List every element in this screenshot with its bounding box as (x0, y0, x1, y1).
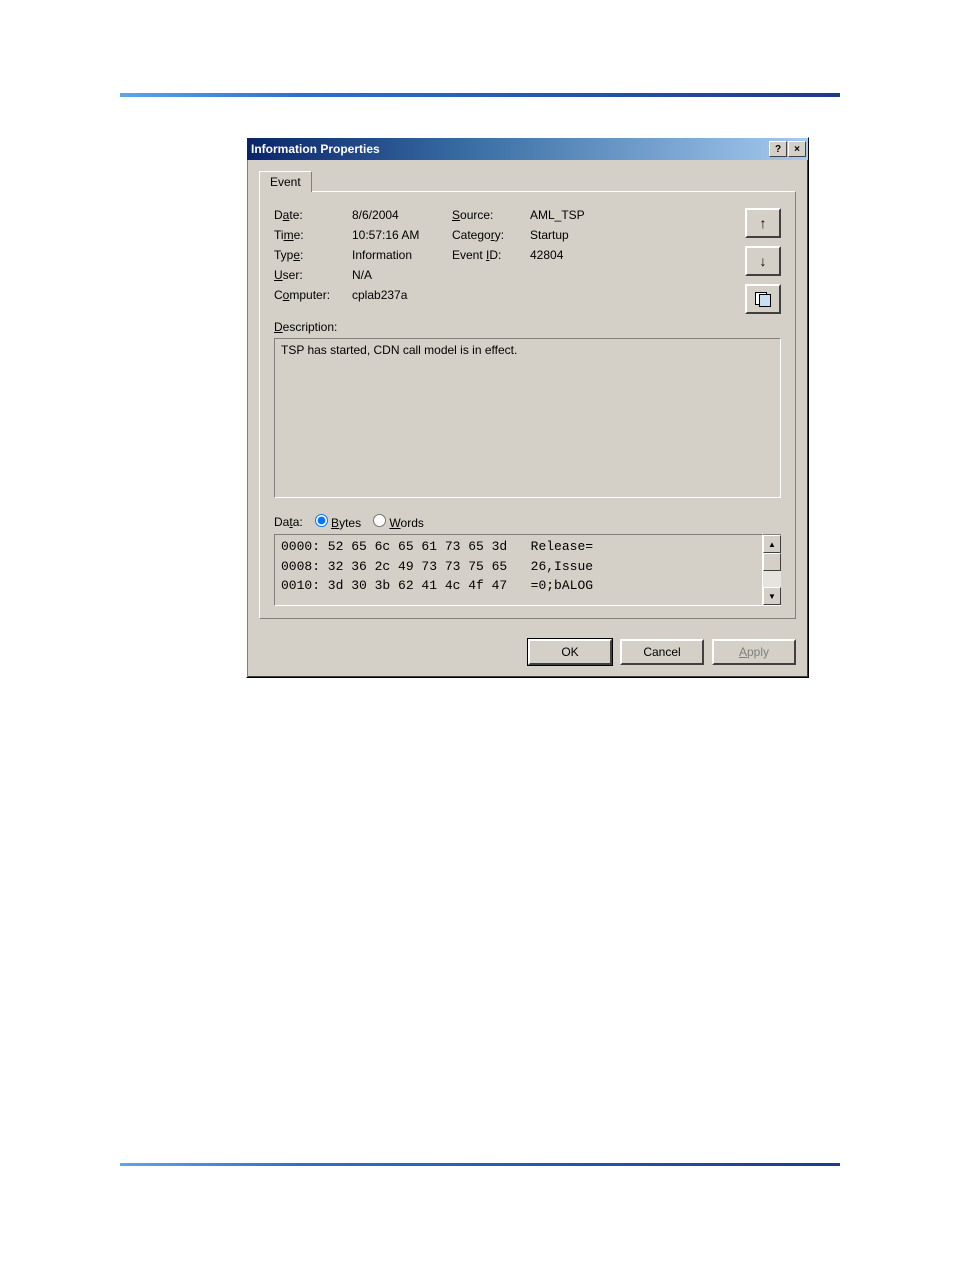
ok-button[interactable]: OK (528, 639, 612, 665)
hex-dump[interactable]: 0000: 52 65 6c 65 61 73 65 3d Release= 0… (274, 534, 763, 606)
help-button[interactable]: ? (769, 141, 787, 157)
prev-record-button[interactable]: ↑ (745, 208, 781, 238)
help-icon: ? (775, 144, 781, 155)
type-value: Information (352, 248, 452, 262)
time-label: Time: (274, 228, 352, 242)
event-fields: Date: 8/6/2004 Source: AML_TSP Time: 10:… (274, 208, 781, 302)
hex-scrollbar[interactable]: ▲ ▼ (763, 534, 781, 606)
computer-value: cplab237a (352, 288, 452, 302)
words-radio[interactable] (373, 514, 386, 527)
scroll-thumb[interactable] (763, 553, 781, 571)
user-value: N/A (352, 268, 452, 282)
arrow-down-icon: ↓ (760, 253, 767, 269)
tab-event[interactable]: Event (259, 171, 312, 192)
tab-strip: Event (259, 170, 796, 191)
hex-line-3: 0010: 3d 30 3b 62 41 4c 4f 47 =0;bALOG (281, 578, 593, 593)
words-radio-label[interactable]: Words (369, 514, 424, 530)
computer-label: Computer: (274, 288, 352, 302)
time-value: 10:57:16 AM (352, 228, 452, 242)
cancel-button[interactable]: Cancel (620, 639, 704, 665)
user-label: User: (274, 268, 352, 282)
bytes-radio-label[interactable]: Bytes (311, 514, 361, 530)
apply-button: Apply (712, 639, 796, 665)
copy-button[interactable] (745, 284, 781, 314)
next-record-button[interactable]: ↓ (745, 246, 781, 276)
bytes-radio[interactable] (315, 514, 328, 527)
dialog-body: Event ↑ ↓ Date: 8/6/2004 Source: AML_TSP (247, 160, 808, 629)
scroll-down-button[interactable]: ▼ (763, 587, 781, 605)
source-label: Source: (452, 208, 530, 222)
page-top-divider (120, 93, 840, 97)
type-label: Type: (274, 248, 352, 262)
data-label: Data: (274, 515, 303, 529)
eventid-value: 42804 (530, 248, 781, 262)
hex-line-1: 0000: 52 65 6c 65 61 73 65 3d Release= (281, 539, 593, 554)
information-properties-dialog: Information Properties ? × Event ↑ ↓ (246, 137, 809, 678)
hex-area: 0000: 52 65 6c 65 61 73 65 3d Release= 0… (274, 534, 781, 606)
hex-line-2: 0008: 32 36 2c 49 73 73 75 65 26,Issue (281, 559, 593, 574)
arrow-up-icon: ↑ (760, 215, 767, 231)
source-value: AML_TSP (530, 208, 781, 222)
description-label: Description: (274, 320, 781, 334)
triangle-up-icon: ▲ (768, 540, 776, 549)
record-nav: ↑ ↓ (745, 208, 781, 314)
scroll-track[interactable] (763, 571, 781, 587)
scroll-up-button[interactable]: ▲ (763, 535, 781, 553)
page-bottom-divider (120, 1163, 840, 1166)
titlebar[interactable]: Information Properties ? × (247, 138, 808, 160)
description-text: TSP has started, CDN call model is in ef… (281, 343, 517, 357)
window-title: Information Properties (251, 142, 380, 156)
titlebar-buttons: ? × (768, 141, 806, 157)
date-label: Date: (274, 208, 352, 222)
copy-icon (755, 292, 771, 306)
data-format-row: Data: Bytes Words (274, 514, 781, 530)
close-button[interactable]: × (788, 141, 806, 157)
date-value: 8/6/2004 (352, 208, 452, 222)
category-label: Category: (452, 228, 530, 242)
category-value: Startup (530, 228, 781, 242)
tab-panel: ↑ ↓ Date: 8/6/2004 Source: AML_TSP Time:… (259, 191, 796, 619)
close-icon: × (794, 144, 800, 155)
triangle-down-icon: ▼ (768, 592, 776, 601)
eventid-label: Event ID: (452, 248, 530, 262)
description-box[interactable]: TSP has started, CDN call model is in ef… (274, 338, 781, 498)
dialog-buttons: OK Cancel Apply (247, 629, 808, 677)
